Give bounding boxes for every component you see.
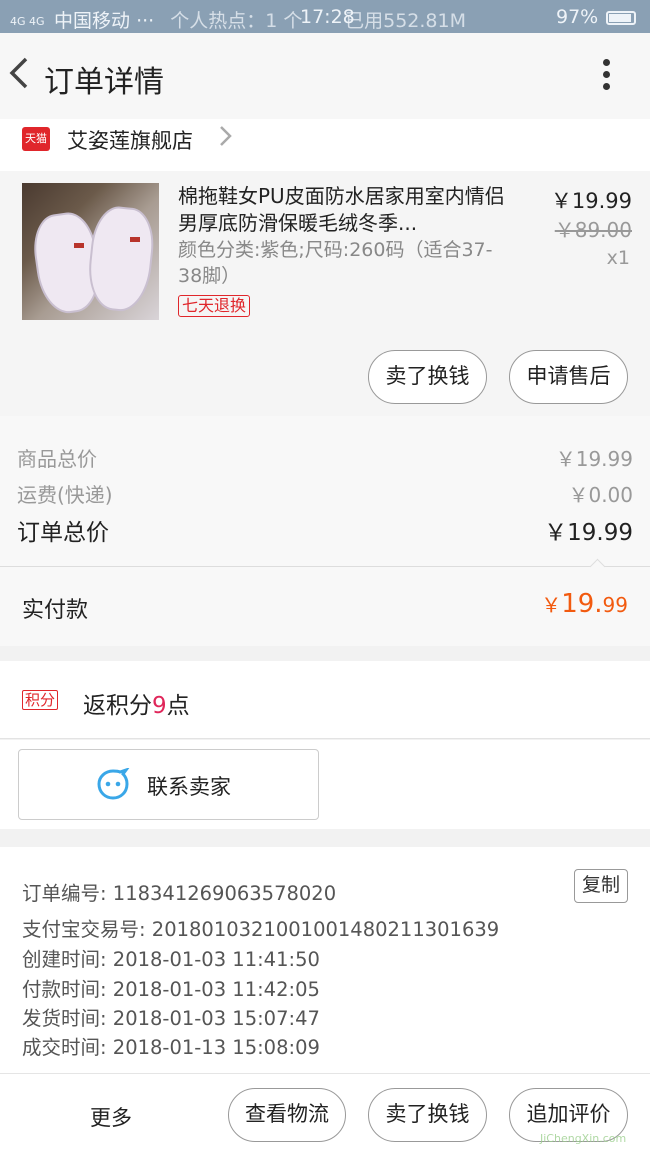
hotspot-status: 个人热点：1 个 [170, 10, 303, 32]
bottom-action-bar: 更多 查看物流 卖了换钱 追加评价 JiChengXin.com [0, 1073, 650, 1155]
chevron-left-icon [9, 57, 28, 89]
data-usage: 已用552.81M [345, 10, 466, 32]
price-summary: 商品总价 ￥19.99 运费(快递) ￥0.00 订单总价 ￥19.99 [0, 416, 650, 566]
shipped-time-row: 发货时间: 2018-01-03 15:07:47 [22, 1007, 320, 1030]
quantity: x1 [606, 247, 630, 269]
paid-time: 2018-01-03 11:42:05 [112, 978, 320, 1001]
shipping-value: ￥0.00 [568, 483, 633, 507]
sell-button[interactable]: 卖了换钱 [368, 350, 487, 404]
sell-button-bottom[interactable]: 卖了换钱 [368, 1088, 487, 1142]
alipay-trade-row: 支付宝交易号: 2018010321001001480211301639 [22, 918, 500, 941]
order-number-row: 订单编号: 118341269063578020 [22, 882, 337, 905]
more-menu-button[interactable] [594, 59, 618, 95]
battery-percent: 97% [556, 6, 599, 28]
points-text: 返积分9点 [83, 693, 190, 719]
original-price: ￥89.00 [554, 218, 632, 242]
points-row: 积分 返积分9点 [0, 661, 650, 739]
product-name[interactable]: 棉拖鞋女PU皮面防水居家用室内情侣男厚底防滑保暖毛绒冬季... [178, 183, 508, 237]
goods-total-value: ￥19.99 [555, 447, 633, 471]
after-sale-button[interactable]: 申请售后 [509, 350, 628, 404]
tmall-logo: 天猫 [22, 127, 50, 151]
watermark: JiChengXin.com [540, 1132, 627, 1145]
status-bar: 4G 4G 中国移动 ··· 个人热点：1 个 17:28 已用552.81M … [0, 0, 650, 33]
product-image[interactable] [22, 183, 159, 320]
battery-icon [606, 10, 637, 25]
chevron-right-icon [218, 121, 234, 158]
created-time: 2018-01-03 11:41:50 [112, 948, 320, 971]
completed-time: 2018-01-13 15:08:09 [112, 1036, 320, 1059]
product-card: 棉拖鞋女PU皮面防水居家用室内情侣男厚底防滑保暖毛绒冬季... 颜色分类:紫色;… [0, 171, 650, 416]
more-dots-icon [602, 59, 610, 66]
actual-paid-row: 实付款 ￥19.99 [0, 558, 650, 646]
contact-seller-button[interactable]: 联系卖家 [18, 749, 319, 820]
completed-time-row: 成交时间: 2018-01-13 15:08:09 [22, 1036, 320, 1059]
store-name: 艾姿莲旗舰店 [67, 129, 193, 153]
actual-paid-value: ￥19.99 [541, 589, 628, 619]
signal-icon: 4G 4G [10, 14, 45, 28]
chat-bubble-icon [97, 768, 130, 800]
nav-bar: 订单详情 [0, 33, 650, 119]
points-value: 9 [152, 693, 167, 719]
order-number: 118341269063578020 [112, 882, 337, 905]
actual-paid-label: 实付款 [22, 598, 89, 623]
order-info: 订单编号: 118341269063578020 复制 支付宝交易号: 2018… [0, 847, 650, 1073]
created-time-row: 创建时间: 2018-01-03 11:41:50 [22, 948, 320, 971]
return-policy-badge: 七天退换 [178, 295, 251, 317]
copy-button[interactable]: 复制 [574, 869, 628, 903]
goods-total-row: 商品总价 ￥19.99 [17, 443, 633, 472]
more-button[interactable]: 更多 [90, 1102, 132, 1132]
page-title: 订单详情 [44, 65, 164, 100]
view-logistics-button[interactable]: 查看物流 [228, 1088, 346, 1142]
contact-seller-label: 联系卖家 [147, 775, 231, 799]
shipping-row: 运费(快递) ￥0.00 [17, 479, 633, 508]
back-button[interactable] [6, 53, 34, 93]
carrier: 中国移动 ··· [54, 10, 155, 32]
order-total-value: ￥19.99 [544, 520, 633, 546]
product-price: ￥19.99 [550, 189, 632, 213]
product-sku: 颜色分类:紫色;尺码:260码（适合37-38脚） [178, 239, 493, 287]
shipping-label: 运费(快递) [17, 483, 113, 507]
order-total-row: 订单总价 ￥19.99 [17, 513, 633, 547]
contact-section: 联系卖家 [0, 740, 650, 829]
alipay-trade-number: 2018010321001001480211301639 [151, 918, 500, 941]
shipped-time: 2018-01-03 15:07:47 [112, 1007, 320, 1030]
points-badge: 积分 [22, 690, 59, 710]
order-total-label: 订单总价 [17, 520, 109, 546]
store-row[interactable]: 天猫 艾姿莲旗舰店 [0, 119, 650, 171]
goods-total-label: 商品总价 [17, 447, 97, 471]
paid-time-row: 付款时间: 2018-01-03 11:42:05 [22, 978, 320, 1001]
